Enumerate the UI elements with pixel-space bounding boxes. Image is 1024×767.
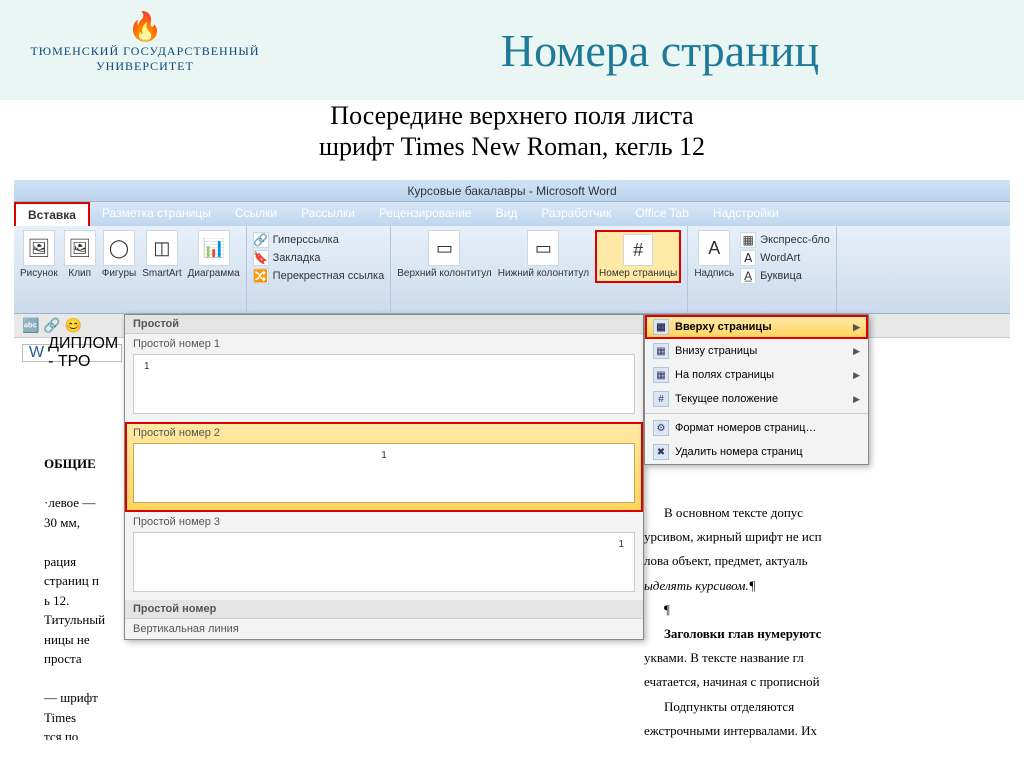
slide-title: Номера страниц <box>310 24 1010 77</box>
ribbon-tabs: Вставка Разметка страницы Ссылки Рассылк… <box>14 202 1010 226</box>
tab-mailings[interactable]: Рассылки <box>289 202 367 226</box>
footer-button[interactable]: ▭Нижний колонтитул <box>498 230 589 279</box>
doc-tab-icon: 🔤 🔗 😊 <box>22 317 82 334</box>
doc-tab-label: ДИПЛОМ - ТРО <box>48 335 118 371</box>
shapes-button[interactable]: ◯Фигуры <box>102 230 136 279</box>
gallery-item-4[interactable]: Вертикальная линия <box>125 619 643 639</box>
menu-format-page-numbers[interactable]: ⚙ Формат номеров страниц… <box>645 416 868 440</box>
top-page-icon: ▦ <box>653 319 669 335</box>
menu-top-of-page[interactable]: ▦ Вверху страницы ▶ <box>645 315 868 339</box>
tab-office[interactable]: Office Tab <box>623 202 701 226</box>
bookmark-button[interactable]: 🔖Закладка <box>253 250 385 266</box>
hyperlink-icon: 🔗 <box>253 232 269 248</box>
footer-icon: ▭ <box>527 230 559 266</box>
tab-addins[interactable]: Надстройки <box>701 202 791 226</box>
chart-button[interactable]: 📊Диаграмма <box>188 230 240 279</box>
doc-text: ь 12. Титульный <box>44 591 104 630</box>
gallery-item-2[interactable]: Простой номер 2 1 <box>125 422 643 512</box>
doc-right-text: В основном тексте допус урсивом, жирный … <box>644 504 1004 740</box>
dropcap-icon: A̲ <box>740 268 756 284</box>
page-number-icon: # <box>623 234 653 266</box>
menu-separator <box>645 413 868 414</box>
tab-developer[interactable]: Разработчик <box>529 202 623 226</box>
header-icon: ▭ <box>428 230 460 266</box>
doc-text: — шрифт Times <box>44 688 104 727</box>
tab-layout[interactable]: Разметка страницы <box>90 202 223 226</box>
tab-references[interactable]: Ссылки <box>223 202 289 226</box>
doc-heading: ОБЩИЕ <box>44 454 104 474</box>
remove-icon: ✖ <box>653 444 669 460</box>
shapes-icon: ◯ <box>103 230 135 266</box>
university-logo: 🔥 ТЮМЕНСКИЙ ГОСУДАРСТВЕННЫЙ УНИВЕРСИТЕТ <box>30 10 260 74</box>
chevron-right-icon: ▶ <box>853 394 860 405</box>
crossref-icon: 🔀 <box>253 268 269 284</box>
smartart-icon: ◫ <box>146 230 178 266</box>
header-button[interactable]: ▭Верхний колонтитул <box>397 230 492 279</box>
current-pos-icon: # <box>653 391 669 407</box>
tab-review[interactable]: Рецензирование <box>367 202 484 226</box>
smartart-button[interactable]: ◫SmartArt <box>142 230 181 279</box>
gallery-section-simple: Простой <box>125 315 643 334</box>
express-icon: ▦ <box>740 232 756 248</box>
chart-icon: 📊 <box>198 230 230 266</box>
gallery-item-1[interactable]: Простой номер 1 1 <box>125 334 643 422</box>
dropcap-button[interactable]: A̲Буквица <box>740 268 830 284</box>
doc-text: ·левое — 30 мм, <box>44 493 104 532</box>
page-number-submenu: ▦ Вверху страницы ▶ ▦ Внизу страницы ▶ ▦… <box>644 314 869 465</box>
clip-icon: 🖼 <box>64 230 96 266</box>
bottom-page-icon: ▦ <box>653 343 669 359</box>
textbox-button[interactable]: AНадпись <box>694 230 734 279</box>
picture-icon: 🖼 <box>23 230 55 266</box>
menu-page-margins[interactable]: ▦ На полях страницы ▶ <box>645 363 868 387</box>
menu-bottom-of-page[interactable]: ▦ Внизу страницы ▶ <box>645 339 868 363</box>
chevron-right-icon: ▶ <box>853 322 860 333</box>
gallery-item-3[interactable]: Простой номер 3 1 <box>125 512 643 600</box>
textbox-icon: A <box>698 230 730 266</box>
word-screenshot: Курсовые бакалавры - Microsoft Word Вста… <box>14 180 1010 740</box>
express-button[interactable]: ▦Экспресс-бло <box>740 232 830 248</box>
chevron-right-icon: ▶ <box>853 346 860 357</box>
tab-insert[interactable]: Вставка <box>14 202 90 226</box>
window-title: Курсовые бакалавры - Microsoft Word <box>14 180 1010 202</box>
gallery-section-simple-2: Простой номер <box>125 600 643 619</box>
wordart-button[interactable]: 𝖠WordArt <box>740 250 830 266</box>
menu-remove-page-numbers[interactable]: ✖ Удалить номера страниц <box>645 440 868 464</box>
slide-subtitle: Посередине верхнего поля листа шрифт Tim… <box>0 100 1024 162</box>
crossref-button[interactable]: 🔀Перекрестная ссылка <box>253 268 385 284</box>
clip-button[interactable]: 🖼Клип <box>64 230 96 279</box>
menu-current-position[interactable]: # Текущее положение ▶ <box>645 387 868 411</box>
doc-tab[interactable]: W ДИПЛОМ - ТРО <box>22 344 122 362</box>
page-number-gallery: Простой Простой номер 1 1 Простой номер … <box>124 314 644 640</box>
hyperlink-button[interactable]: 🔗Гиперссылка <box>253 232 385 248</box>
picture-button[interactable]: 🖼Рисунок <box>20 230 58 279</box>
tab-view[interactable]: Вид <box>484 202 530 226</box>
word-doc-icon: W <box>29 344 44 362</box>
bookmark-icon: 🔖 <box>253 250 269 266</box>
page-number-button[interactable]: #Номер страницы <box>595 230 681 283</box>
doc-text: ницы не проста <box>44 630 104 669</box>
ribbon-body: 🖼Рисунок 🖼Клип ◯Фигуры ◫SmartArt 📊Диагра… <box>14 226 1010 314</box>
doc-text: рация страниц п <box>44 552 104 591</box>
wordart-icon: 𝖠 <box>740 250 756 266</box>
doc-text: тся по ширине, <box>44 727 104 740</box>
chevron-right-icon: ▶ <box>853 370 860 381</box>
margins-icon: ▦ <box>653 367 669 383</box>
format-icon: ⚙ <box>653 420 669 436</box>
